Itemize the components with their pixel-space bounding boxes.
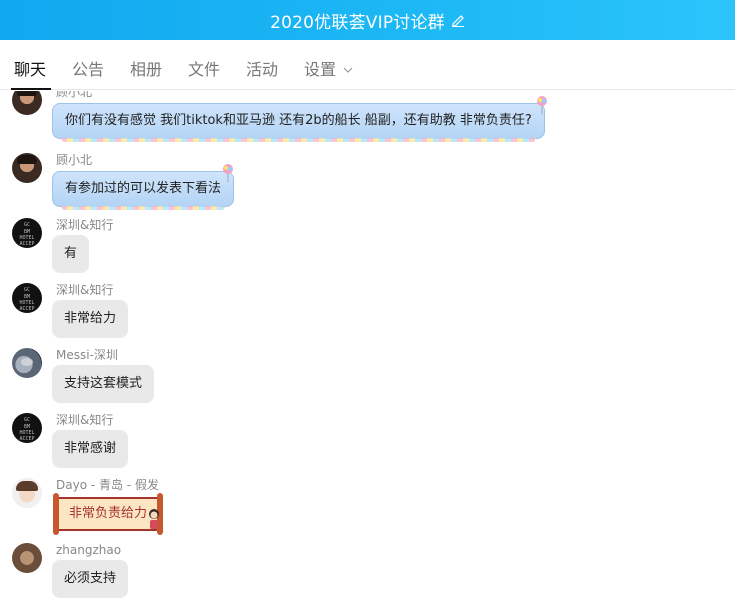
sender-name: zhangzhao (56, 543, 122, 557)
avatar[interactable] (12, 478, 42, 508)
avatar[interactable]: GC BM HOTEL ACCEP (12, 283, 42, 313)
sender-name: 深圳&知行 (56, 283, 114, 297)
avatar-logo-text: GC (23, 222, 31, 228)
tab-announcement[interactable]: 公告 (72, 60, 104, 80)
tab-bar: 聊天 公告 相册 文件 活动 设置 (0, 40, 735, 90)
balloon-icon (537, 96, 547, 114)
active-tab-indicator (11, 88, 51, 90)
balloon-icon (223, 164, 233, 182)
avatar[interactable] (12, 153, 42, 183)
avatar-logo-text: GC (23, 417, 31, 423)
sender-name: Dayo - 青岛 - 假发 (56, 478, 159, 492)
avatar-logo-text: ACCEP (19, 241, 35, 247)
tab-settings[interactable]: 设置 (304, 60, 336, 80)
group-title: 2020优联荟VIP讨论群 (270, 12, 445, 33)
avatar-logo-text: GC (23, 287, 31, 293)
avatar[interactable]: GC BM HOTEL ACCEP (12, 218, 42, 248)
message-bubble[interactable]: 你们有没有感觉 我们tiktok和亚马逊 还有2b的船长 船副，还有助教 非常负… (52, 103, 545, 142)
message-bubble[interactable]: 支持这套模式 (52, 365, 155, 403)
avatar[interactable] (12, 543, 42, 573)
avatar[interactable] (12, 348, 42, 378)
message-bubble[interactable]: 必须支持 (52, 560, 129, 598)
tab-chat[interactable]: 聊天 (14, 60, 46, 80)
chat-message-list[interactable]: 顾小北 你们有没有感觉 我们tiktok和亚马逊 还有2b的船长 船副，还有助教… (0, 91, 735, 606)
message-bubble[interactable]: 非常负责给力 (52, 493, 164, 535)
sender-name: 顾小北 (56, 153, 93, 167)
girl-sticker-icon (149, 509, 159, 529)
message-bubble[interactable]: 有参加过的可以发表下看法 (52, 171, 235, 210)
message-bubble[interactable]: 非常感谢 (52, 430, 129, 468)
message-bubble[interactable]: 非常给力 (52, 300, 129, 338)
sender-name: 顾小北 (56, 91, 93, 99)
avatar[interactable]: GC BM HOTEL ACCEP (12, 413, 42, 443)
tab-activities[interactable]: 活动 (246, 60, 278, 80)
avatar-logo-text: ACCEP (19, 306, 35, 312)
sender-name: 深圳&知行 (56, 218, 114, 232)
avatar-logo-text: ACCEP (19, 436, 35, 442)
tab-album[interactable]: 相册 (130, 60, 162, 80)
edit-icon[interactable] (451, 13, 465, 27)
sender-name: 深圳&知行 (56, 413, 114, 427)
sender-name: Messi-深圳 (56, 348, 118, 362)
title-bar: 2020优联荟VIP讨论群 (0, 0, 735, 40)
avatar[interactable] (12, 91, 42, 115)
message-bubble[interactable]: 有 (52, 235, 90, 273)
tab-files[interactable]: 文件 (188, 60, 220, 80)
chevron-down-icon[interactable] (343, 66, 353, 74)
